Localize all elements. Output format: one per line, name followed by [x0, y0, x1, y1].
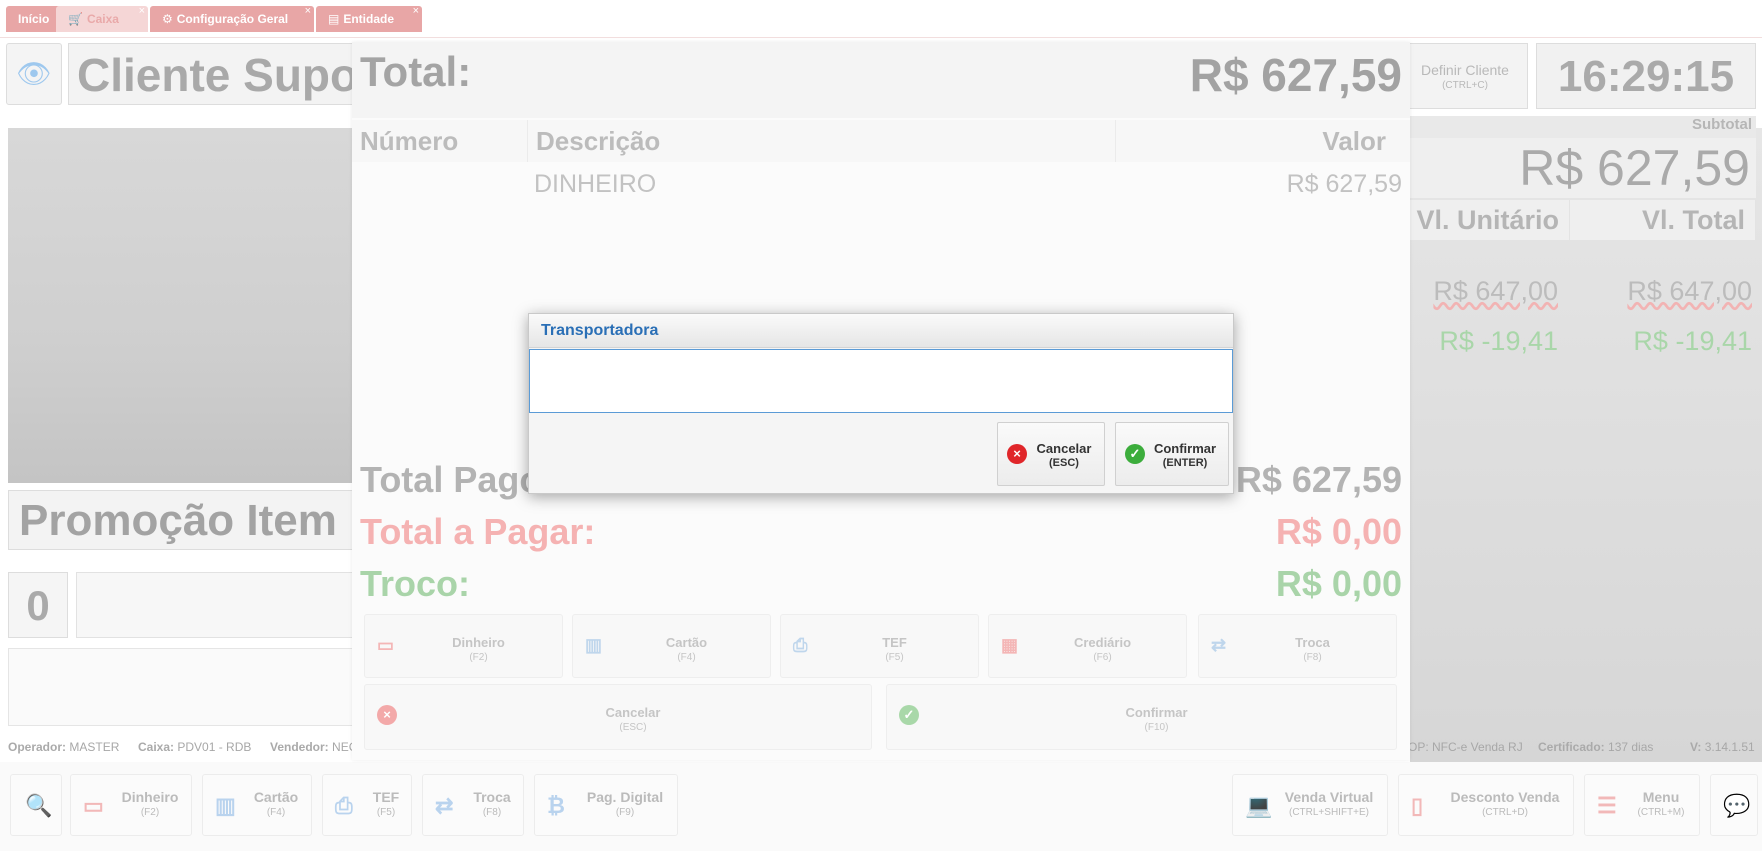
check-icon: ✓ [1125, 444, 1145, 464]
table-row[interactable]: DINHEIRO R$ 627,59 [352, 164, 1410, 204]
exchange-icon: ⇄ [435, 793, 454, 818]
menu-button[interactable]: ☰ Menu (CTRL+M) [1584, 774, 1700, 836]
close-tab-caixa-icon[interactable]: × [139, 4, 145, 18]
tab-entidade[interactable]: ▤ Entidade × [316, 4, 422, 32]
bottom-toolbar: 🔍 ▭ Dinheiro (F2) ▥ Cartão (F4) ⎙ TEF (F5) ⇄ Tr… [0, 762, 1762, 851]
tef-icon: ⎙ [335, 793, 353, 818]
item-unit-value: R$ 647,00 [1433, 276, 1558, 306]
pay-tef-button[interactable]: ⎙ TEF (F5) [780, 614, 979, 678]
status-operador: Operador: MASTER [8, 740, 120, 754]
tab-configuracao-geral[interactable]: ⚙ Configuração Geral × [150, 4, 314, 32]
dialog-cancelar-button[interactable]: × Cancelar (ESC) [997, 422, 1105, 486]
payment-total-label: Total: [360, 48, 472, 95]
cancel-icon: × [377, 705, 397, 725]
pay-confirmar-button[interactable]: ✓ Confirmar (F10) [886, 684, 1397, 750]
id-card-icon: ▤ [328, 12, 340, 26]
payment-row-descricao: DINHEIRO [534, 170, 657, 198]
payment-total-value: R$ 627,59 [1189, 49, 1402, 101]
exchange-icon: ⇄ [1211, 635, 1227, 655]
payment-total-bar: Total: R$ 627,59 [352, 42, 1410, 118]
laptop-icon: 💻 [1245, 793, 1273, 818]
dinheiro-button[interactable]: ▭ Dinheiro (F2) [70, 774, 192, 836]
pay-cancelar-button[interactable]: × Cancelar (ESC) [364, 684, 872, 750]
troco: Troco: R$ 0,00 [360, 563, 1402, 604]
cartao-button[interactable]: ▥ Cartão (F4) [202, 774, 312, 836]
search-icon: 🔍 [25, 793, 53, 818]
close-tab-configuracao-icon[interactable]: × [305, 4, 311, 18]
calendar-icon: ▦ [1001, 635, 1019, 655]
status-versao: V: 3.14.1.51 [1690, 740, 1755, 754]
item-total-value: R$ -19,41 [1633, 326, 1752, 356]
pay-crediario-button[interactable]: ▦ Crediário (F6) [988, 614, 1187, 678]
card-terminal-icon: ▥ [215, 793, 236, 818]
desconto-venda-button[interactable]: ▯ Desconto Venda (CTRL+D) [1398, 774, 1574, 836]
definir-cliente-button[interactable]: Definir Cliente (CTRL+C) [1402, 43, 1528, 109]
payment-table-header: Número Descrição Valor [352, 120, 1410, 162]
chat-icon: 💬 [1723, 793, 1751, 818]
item-total-value: R$ 647,00 [1627, 276, 1752, 306]
transportadora-dialog: Transportadora × Cancelar (ESC) ✓ Confirm… [528, 313, 1234, 494]
troca-button[interactable]: ⇄ Troca (F8) [422, 774, 524, 836]
discount-phone-icon: ▯ [1411, 793, 1424, 818]
dialog-confirmar-button[interactable]: ✓ Confirmar (ENTER) [1115, 422, 1229, 486]
eye-icon[interactable]: 👁 [6, 43, 62, 105]
tab-inicio[interactable]: Início [6, 6, 62, 32]
total-a-pagar: Total a Pagar: R$ 0,00 [360, 511, 1402, 552]
pay-cartao-button[interactable]: ▥ Cartão (F4) [572, 614, 771, 678]
col-total-header: Vl. Total [1570, 200, 1756, 240]
payment-row-valor: R$ 627,59 [1286, 170, 1402, 198]
cash-icon: ▭ [377, 635, 395, 655]
subtotal-label: Subtotal [1410, 116, 1756, 138]
subtotal-value: R$ 627,59 [1410, 138, 1756, 198]
search-button[interactable]: 🔍 [10, 774, 62, 836]
product-code-input[interactable] [76, 572, 353, 638]
dialog-title: Transportadora [529, 314, 1233, 348]
cliente-display: Cliente Supo [68, 43, 368, 105]
col-valor-header: Valor [1322, 126, 1386, 156]
bitcoin-icon: ₿ [547, 793, 565, 818]
gear-icon: ⚙ [162, 12, 173, 26]
status-certificado: Certificado: 137 dias [1538, 740, 1654, 754]
product-image-area [8, 128, 353, 483]
chat-button[interactable]: 💬 [1710, 774, 1758, 836]
product-description-box [8, 648, 353, 726]
tab-caixa[interactable]: 🛒 Caixa × [56, 4, 148, 32]
cancel-icon: × [1007, 444, 1027, 464]
pag-digital-button[interactable]: ₿ Pag. Digital (F9) [534, 774, 678, 836]
close-tab-entidade-icon[interactable]: × [413, 4, 419, 18]
col-descricao-header: Descrição [528, 120, 1116, 162]
quantity-display: 0 [8, 572, 68, 638]
status-caixa: Caixa: PDV01 - RDB [138, 740, 252, 754]
tef-button[interactable]: ⎙ TEF (F5) [322, 774, 412, 836]
clock: 16:29:15 [1536, 43, 1756, 109]
card-terminal-icon: ▥ [585, 635, 603, 655]
item-unit-value: R$ -19,41 [1439, 326, 1558, 356]
tab-bar: Início 🛒 Caixa × ⚙ Configuração Geral × ▤ E… [0, 0, 1762, 38]
venda-virtual-button[interactable]: 💻 Venda Virtual (CTRL+SHIFT+E) [1232, 774, 1388, 836]
tef-icon: ⎙ [793, 635, 808, 655]
promo-item: Promoção Item [8, 490, 353, 550]
transportadora-input[interactable] [529, 349, 1233, 413]
pay-dinheiro-button[interactable]: ▭ Dinheiro (F2) [364, 614, 563, 678]
cart-icon: 🛒 [68, 12, 83, 26]
hamburger-menu-icon: ☰ [1597, 793, 1617, 818]
check-icon: ✓ [899, 705, 919, 725]
col-unit-header: Vl. Unitário [1410, 200, 1570, 240]
col-numero-header: Número [352, 120, 528, 162]
cash-icon: ▭ [83, 793, 104, 818]
status-top: OP: NFC-e Venda RJ [1408, 740, 1523, 754]
pay-troca-button[interactable]: ⇄ Troca (F8) [1198, 614, 1397, 678]
status-vendedor: Vendedor: NEC [270, 740, 358, 754]
